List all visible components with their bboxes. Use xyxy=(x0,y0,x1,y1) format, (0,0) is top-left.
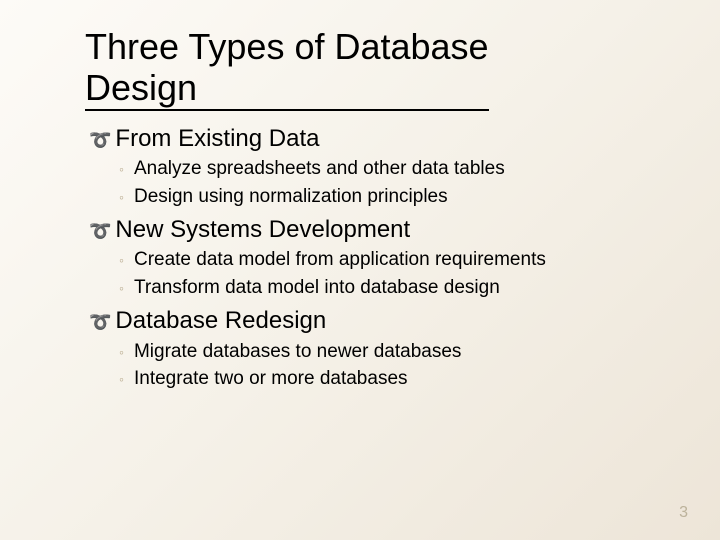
list-item-text: Design using normalization principles xyxy=(134,183,448,211)
list-item: ◦ Create data model from application req… xyxy=(119,246,660,274)
sub-list: ◦ Create data model from application req… xyxy=(119,246,660,301)
list-item: ◦ Analyze spreadsheets and other data ta… xyxy=(119,155,660,183)
circle-bullet-icon: ◦ xyxy=(119,187,124,207)
title-line-2: Design xyxy=(85,67,197,108)
page-number: 3 xyxy=(679,504,688,522)
list-item-text: Migrate databases to newer databases xyxy=(134,338,461,366)
circle-bullet-icon: ◦ xyxy=(119,159,124,179)
circle-bullet-icon: ◦ xyxy=(119,342,124,362)
curl-bullet-icon: ➰ xyxy=(89,310,111,335)
section-heading: ➰ Database Redesign xyxy=(89,307,660,335)
sub-list: ◦ Analyze spreadsheets and other data ta… xyxy=(119,155,660,210)
section-heading-text: From Existing Data xyxy=(115,125,319,153)
section-heading: ➰ From Existing Data xyxy=(89,125,660,153)
sub-list: ◦ Migrate databases to newer databases ◦… xyxy=(119,338,660,393)
slide-title: Three Types of Database Design xyxy=(85,26,489,111)
content-body: ➰ From Existing Data ◦ Analyze spreadshe… xyxy=(85,125,660,393)
list-item: ◦ Transform data model into database des… xyxy=(119,274,660,302)
list-item: ◦ Integrate two or more databases xyxy=(119,365,660,393)
circle-bullet-icon: ◦ xyxy=(119,250,124,270)
slide-content: Three Types of Database Design ➰ From Ex… xyxy=(0,0,720,415)
section-heading-text: Database Redesign xyxy=(115,307,326,335)
list-item-text: Create data model from application requi… xyxy=(134,246,546,274)
section-heading: ➰ New Systems Development xyxy=(89,216,660,244)
list-item-text: Analyze spreadsheets and other data tabl… xyxy=(134,155,505,183)
curl-bullet-icon: ➰ xyxy=(89,219,111,244)
section-heading-text: New Systems Development xyxy=(115,216,410,244)
circle-bullet-icon: ◦ xyxy=(119,278,124,298)
list-item-text: Integrate two or more databases xyxy=(134,365,408,393)
circle-bullet-icon: ◦ xyxy=(119,369,124,389)
list-item: ◦ Design using normalization principles xyxy=(119,183,660,211)
curl-bullet-icon: ➰ xyxy=(89,128,111,153)
list-item: ◦ Migrate databases to newer databases xyxy=(119,338,660,366)
list-item-text: Transform data model into database desig… xyxy=(134,274,500,302)
title-line-1: Three Types of Database xyxy=(85,26,489,67)
